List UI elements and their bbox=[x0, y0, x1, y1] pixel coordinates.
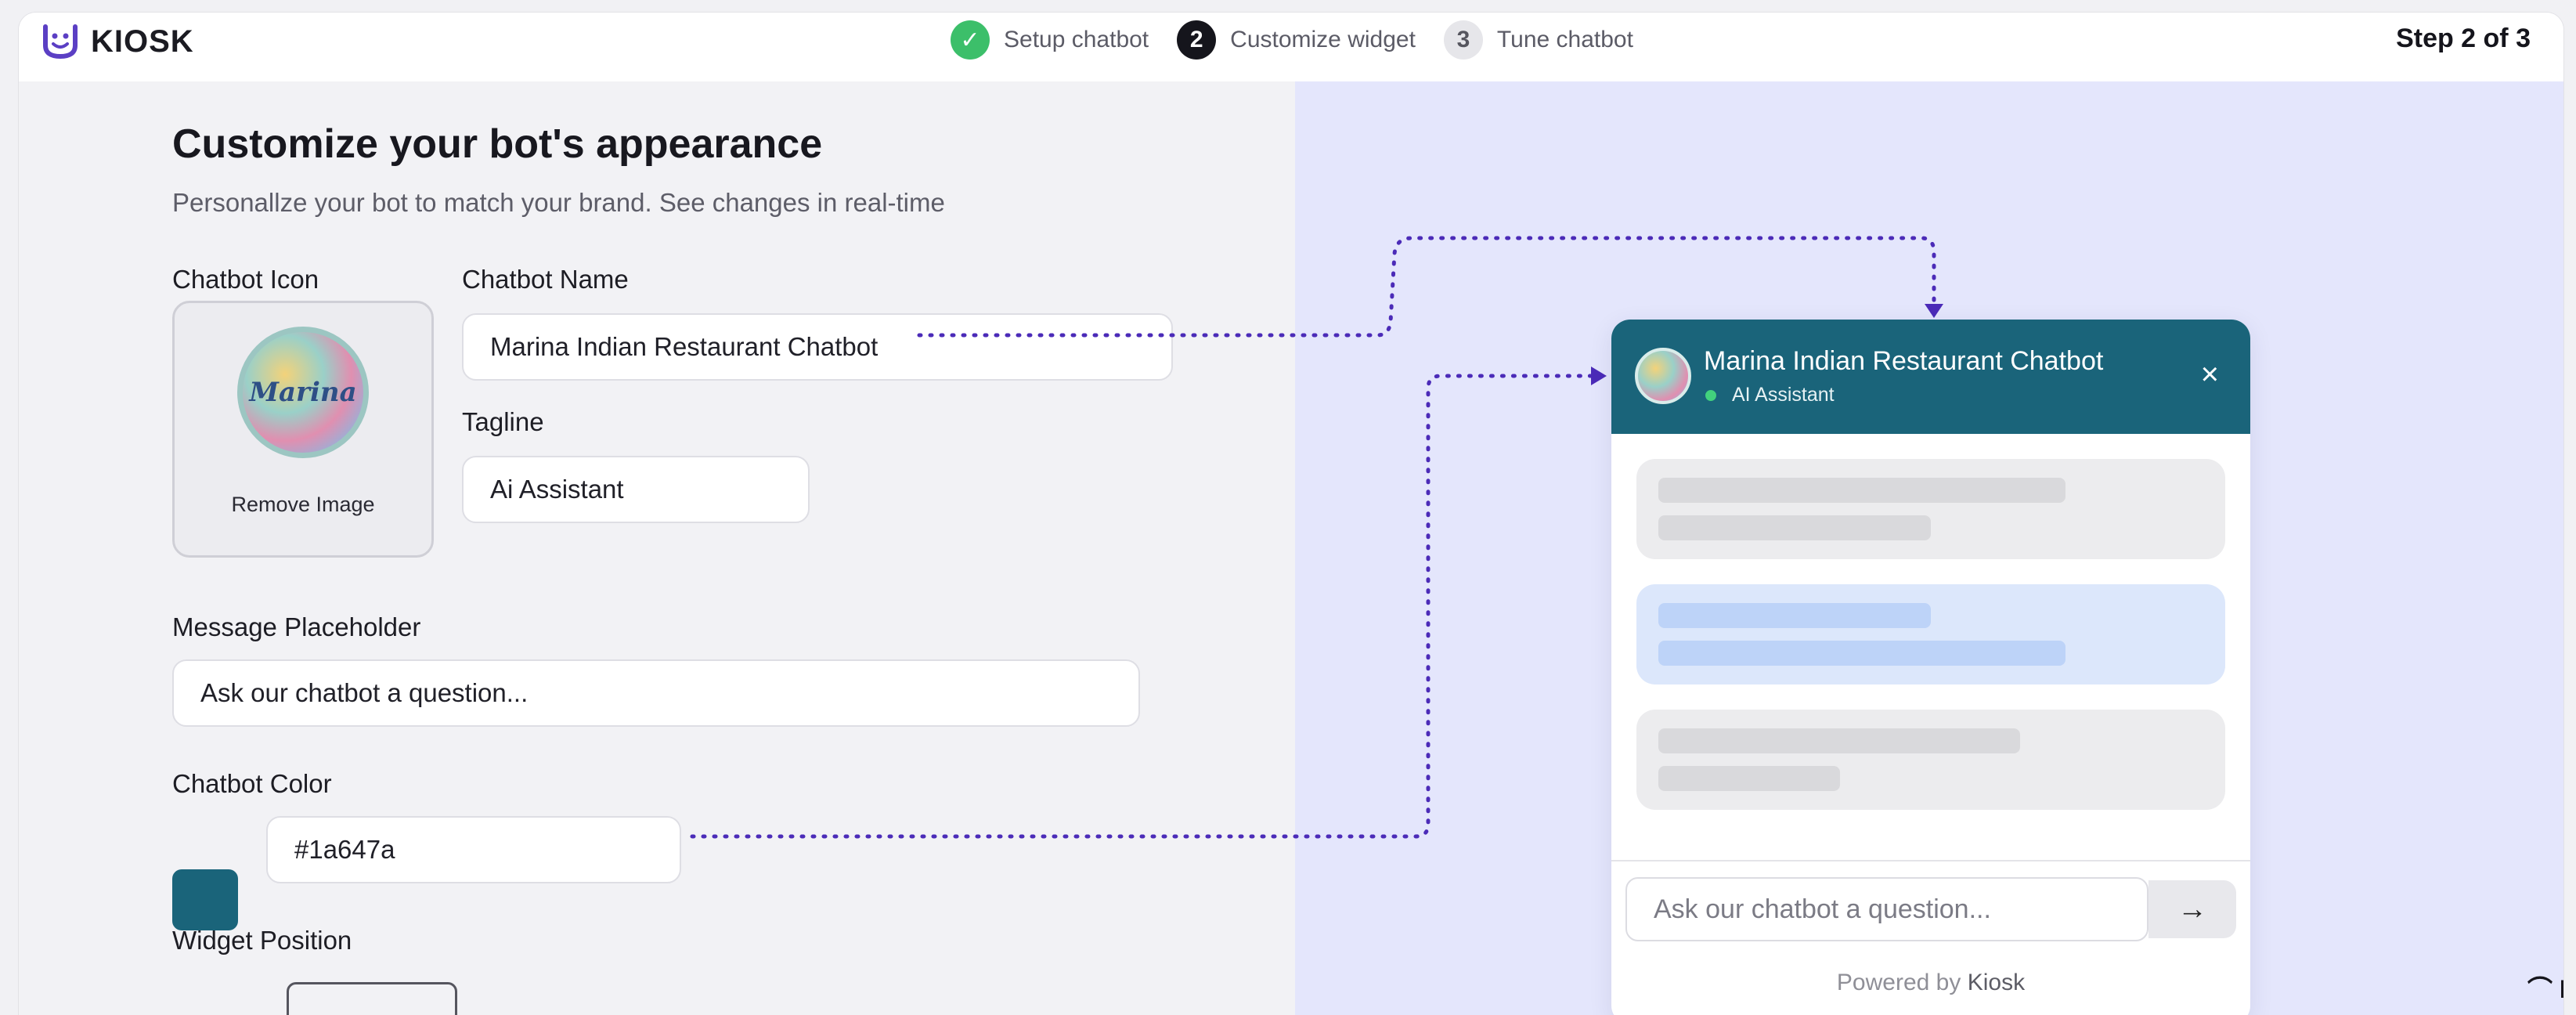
step-number: 2 bbox=[1177, 20, 1217, 60]
step-label: Customize widget bbox=[1230, 27, 1416, 52]
stepper: ✓ Setup chatbot 2 Customize widget 3 Tun… bbox=[951, 20, 1661, 60]
skeleton-line bbox=[1658, 766, 1840, 791]
chatbot-icon-label: Chatbot Icon bbox=[172, 265, 319, 294]
corner-badge[interactable]: ⌒ N bbox=[2527, 970, 2563, 1006]
chatbot-color-label: Chatbot Color bbox=[172, 769, 332, 798]
widget-title: Marina Indian Restaurant Chatbot bbox=[1704, 346, 2104, 376]
chatbot-name-input[interactable]: Marina Indian Restaurant Chatbot bbox=[462, 313, 1173, 381]
widget-message-input[interactable]: Ask our chatbot a question... bbox=[1625, 877, 2148, 941]
step-customize-widget[interactable]: 2 Customize widget bbox=[1177, 20, 1416, 60]
widget-header: Marina Indian Restaurant Chatbot AI Assi… bbox=[1611, 320, 2250, 434]
customize-form: Customize your bot's appearance Personal… bbox=[19, 81, 1295, 1015]
widget-position-label: Widget Position bbox=[172, 926, 352, 955]
divider bbox=[1611, 860, 2250, 861]
top-bar: KIOSK ✓ Setup chatbot 2 Customize widget… bbox=[19, 13, 2563, 83]
skeleton-line bbox=[1658, 603, 1931, 628]
widget-avatar bbox=[1635, 348, 1691, 404]
message-placeholder-card bbox=[1636, 584, 2225, 684]
step-label: Setup chatbot bbox=[1004, 27, 1149, 52]
step-number: 3 bbox=[1443, 20, 1483, 60]
chatbot-icon-uploader[interactable]: Marina Remove Image bbox=[172, 301, 434, 558]
chatbot-name-label: Chatbot Name bbox=[462, 265, 629, 294]
corner-text: N bbox=[2560, 975, 2563, 1003]
message-placeholder-card bbox=[1636, 710, 2225, 810]
online-status-icon bbox=[1704, 388, 1718, 403]
kiosk-logo-icon bbox=[43, 24, 78, 60]
avatar-lettering: Marina bbox=[249, 377, 357, 408]
step-tune-chatbot[interactable]: 3 Tune chatbot bbox=[1443, 20, 1633, 60]
app-window: KIOSK ✓ Setup chatbot 2 Customize widget… bbox=[19, 13, 2563, 1015]
page-title: Customize your bot's appearance bbox=[172, 121, 823, 167]
powered-prefix: Powered by bbox=[1836, 970, 1961, 995]
page-subtitle: Personallze your bot to match your brand… bbox=[172, 188, 945, 217]
send-arrow-icon[interactable]: → bbox=[2148, 880, 2236, 938]
message-placeholder-input[interactable]: Ask our chatbot a question... bbox=[172, 659, 1140, 727]
color-swatch[interactable] bbox=[172, 869, 238, 930]
message-placeholder-card bbox=[1636, 459, 2225, 559]
brand-logo[interactable]: KIOSK bbox=[41, 22, 194, 61]
close-icon[interactable]: × bbox=[2201, 359, 2219, 390]
step-counter: Step 2 of 3 bbox=[2396, 23, 2531, 53]
brand-name: KIOSK bbox=[91, 23, 194, 59]
step-setup-chatbot[interactable]: ✓ Setup chatbot bbox=[951, 20, 1149, 60]
step-label: Tune chatbot bbox=[1496, 27, 1633, 52]
powered-by: Powered by Kiosk bbox=[1611, 970, 2250, 996]
skeleton-line bbox=[1658, 515, 1931, 540]
widget-status: AI Assistant bbox=[1704, 384, 1835, 406]
tagline-input[interactable]: Ai Assistant bbox=[462, 456, 810, 523]
check-icon: ✓ bbox=[951, 20, 990, 60]
remove-image-button[interactable]: Remove Image bbox=[175, 493, 431, 517]
skeleton-line bbox=[1658, 641, 2065, 666]
chatbot-color-input[interactable]: #1a647a bbox=[266, 816, 681, 883]
widget-position-option[interactable] bbox=[287, 982, 457, 1015]
skeleton-line bbox=[1658, 728, 2020, 753]
chat-widget-preview: Marina Indian Restaurant Chatbot AI Assi… bbox=[1611, 320, 2250, 1015]
message-placeholder-label: Message Placeholder bbox=[172, 612, 421, 641]
tagline-label: Tagline bbox=[462, 407, 544, 436]
widget-tagline: AI Assistant bbox=[1732, 384, 1835, 406]
signal-icon: ⌒ bbox=[2527, 975, 2553, 1003]
skeleton-line bbox=[1658, 478, 2065, 503]
powered-brand: Kiosk bbox=[1967, 970, 2026, 995]
chatbot-avatar-image: Marina bbox=[237, 327, 369, 458]
